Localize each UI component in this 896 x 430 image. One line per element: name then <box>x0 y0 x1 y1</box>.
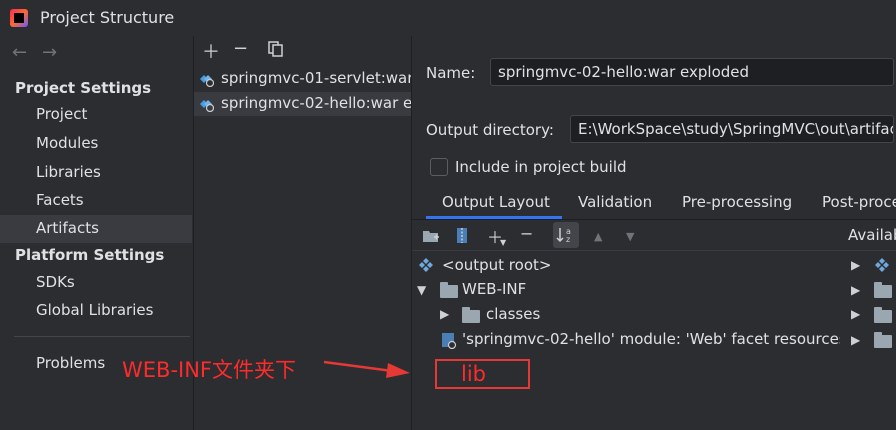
tab-post-processing[interactable]: Post-processing <box>822 193 896 211</box>
nav-item-label: Project <box>36 105 88 123</box>
tab-pre-processing[interactable]: Pre-processing <box>682 193 792 211</box>
nav-item-label: Problems <box>36 354 106 372</box>
forward-arrow-icon[interactable]: → <box>42 42 57 63</box>
include-in-build-label: Include in project build <box>455 158 627 176</box>
nav-item-label: Facets <box>36 191 84 209</box>
module-folder-icon <box>874 282 892 298</box>
intellij-logo-icon <box>10 9 28 27</box>
collapse-arrow-icon[interactable]: ▶ <box>851 307 860 321</box>
tab-validation[interactable]: Validation <box>578 193 652 211</box>
annotation-box-text: lib <box>461 362 486 386</box>
new-folder-icon[interactable] <box>422 228 440 244</box>
annotation-arrow <box>322 356 412 380</box>
nav-item-label: Libraries <box>36 163 101 181</box>
plus-icon[interactable]: ＋ <box>202 38 220 64</box>
module-folder-icon <box>874 332 892 348</box>
nav-item-artifacts[interactable]: Artifacts <box>0 215 192 243</box>
nav-item-modules[interactable]: Modules <box>0 130 192 158</box>
move-up-icon[interactable]: ▲ <box>594 230 602 243</box>
available-elements-label: Available Elements <box>848 226 896 244</box>
collapse-arrow-icon[interactable]: ▶ <box>440 307 449 321</box>
nav-item-facets[interactable]: Facets <box>0 187 192 215</box>
nav-item-global-libraries[interactable]: Global Libraries <box>0 297 192 325</box>
name-input[interactable]: springmvc-02-hello:war exploded <box>490 58 894 86</box>
annotation-box: lib <box>435 359 530 389</box>
back-arrow-icon[interactable]: ← <box>12 42 27 63</box>
sort-button[interactable]: az <box>553 222 579 248</box>
remove-element-icon[interactable]: − <box>520 224 533 243</box>
folder-icon <box>440 282 458 298</box>
title-bar: Project Structure <box>0 0 896 36</box>
nav-item-label: Artifacts <box>36 219 99 237</box>
tab-output-layout[interactable]: Output Layout <box>442 193 550 211</box>
folder-icon <box>462 307 480 323</box>
project-settings-header: Project Settings <box>15 79 152 97</box>
nav-item-label: SDKs <box>36 273 75 291</box>
collapse-arrow-icon[interactable]: ▶ <box>851 258 860 272</box>
window-title: Project Structure <box>40 8 175 27</box>
annotation-text: WEB-INF文件夹下 <box>122 358 296 382</box>
move-down-icon[interactable]: ▼ <box>626 230 634 243</box>
nav-item-label: Global Libraries <box>36 301 154 319</box>
chevron-down-icon[interactable]: ▼ <box>500 238 506 247</box>
archive-icon <box>874 257 890 273</box>
archive-icon <box>418 257 434 273</box>
expand-arrow-icon[interactable]: ▼ <box>417 283 426 297</box>
collapse-arrow-icon[interactable]: ▶ <box>851 283 860 297</box>
web-facet-icon <box>440 332 457 350</box>
nav-item-sdks[interactable]: SDKs <box>0 269 192 297</box>
nav-item-label: Modules <box>36 134 99 152</box>
module-folder-icon <box>874 307 892 323</box>
tree-item-web-inf[interactable]: WEB-INF <box>462 280 526 298</box>
nav-divider <box>14 336 190 337</box>
minus-icon[interactable]: − <box>233 38 248 59</box>
tree-item-classes[interactable]: classes <box>486 305 540 323</box>
artifact-item[interactable]: springmvc-01-servlet:war exploded <box>194 67 411 91</box>
svg-text:z: z <box>566 235 570 244</box>
artifact-label: springmvc-01-servlet:war exploded <box>221 69 411 87</box>
layout-toolbar <box>412 220 896 251</box>
artifact-label: springmvc-02-hello:war exploded <box>221 94 411 112</box>
nav-item-libraries[interactable]: Libraries <box>0 159 192 187</box>
include-in-build-checkbox[interactable] <box>430 158 448 176</box>
name-label: Name: <box>426 64 476 82</box>
copy-icon[interactable] <box>268 41 284 57</box>
collapse-arrow-icon[interactable]: ▶ <box>851 333 860 347</box>
artifact-item[interactable]: springmvc-02-hello:war exploded <box>194 92 411 116</box>
war-artifact-icon <box>198 96 215 113</box>
war-artifact-icon <box>198 71 215 88</box>
output-directory-input[interactable]: E:\WorkSpace\study\SpringMVC\out\artifac… <box>570 115 894 143</box>
archive-icon[interactable] <box>455 227 469 244</box>
output-directory-label: Output directory: <box>426 121 554 139</box>
nav-item-project[interactable]: Project <box>0 101 192 129</box>
platform-settings-header: Platform Settings <box>15 246 165 264</box>
tree-item-web-facet[interactable]: 'springmvc-02-hello' module: 'Web' facet… <box>462 330 840 348</box>
tree-item-output-root[interactable]: <output root> <box>442 256 551 274</box>
